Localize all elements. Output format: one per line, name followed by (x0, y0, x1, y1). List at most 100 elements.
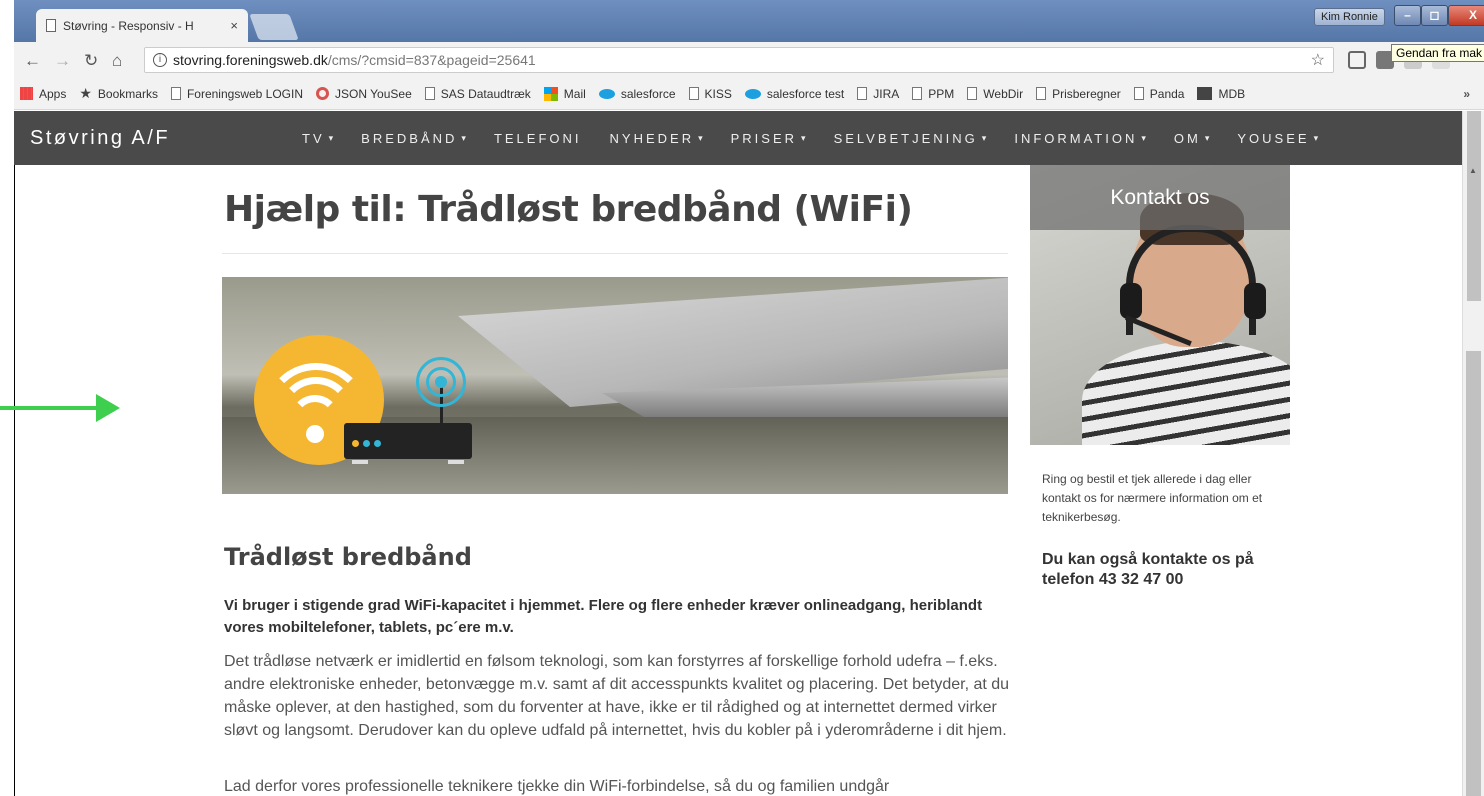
page-icon (170, 87, 181, 100)
wifi-dot (306, 425, 324, 443)
bookmarks-bar: Apps ★ Bookmarks Foreningsweb LOGIN JSON … (14, 78, 1484, 110)
bookmark-label: Mail (563, 86, 586, 101)
nav-label: OM (1173, 130, 1201, 146)
windows-icon (543, 86, 558, 101)
nav-label: YOUSEE (1237, 130, 1310, 146)
new-tab-button[interactable] (249, 14, 299, 40)
bookmark-ppm[interactable]: PPM (912, 87, 954, 101)
close-window-button[interactable]: X (1448, 5, 1484, 26)
nav-label: TELEFONI (493, 130, 582, 146)
router-led (363, 440, 370, 447)
address-bar[interactable]: i stovring.foreningsweb.dk /cms/?cmsid=8… (144, 47, 1334, 73)
address-path: /cms/?cmsid=837&pageid=25641 (327, 52, 536, 68)
router-foot (448, 460, 464, 464)
site-brand[interactable]: Støvring A/F (30, 127, 280, 150)
headset-icon (1126, 225, 1256, 335)
bookmark-prisberegner[interactable]: Prisberegner (1036, 87, 1121, 101)
browser-titlebar: Støvring - Responsiv - H × Kim Ronnie – … (14, 0, 1484, 42)
page-title: Hjælp til: Trådløst bredbånd (WiFi) (224, 189, 913, 230)
nav-yousee[interactable]: YOUSEE ▾ (1237, 131, 1318, 146)
nav-label: PRISER (730, 130, 798, 146)
page-icon (912, 87, 923, 100)
bookmarks-more-icon[interactable]: » (1463, 87, 1470, 101)
site-navbar: Støvring A/F TV ▾ BREDBÅND ▾ TELEFONI NYHE… (14, 111, 1476, 165)
page-icon (688, 87, 699, 100)
bookmark-foreningsweb-login[interactable]: Foreningsweb LOGIN (170, 87, 303, 101)
back-icon[interactable]: ← (24, 51, 41, 71)
home-icon[interactable]: ⌂ (112, 51, 122, 71)
tooltip: Gendan fra mak (1391, 44, 1484, 62)
tab-title: Støvring - Responsiv - H (63, 18, 194, 33)
nav-label: TV (302, 130, 325, 146)
user-profile-button[interactable]: Kim Ronnie (1314, 8, 1385, 26)
bookmark-jira[interactable]: JIRA (857, 87, 899, 101)
bookmark-mdb[interactable]: MDB (1197, 87, 1245, 101)
nav-label: INFORMATION (1014, 130, 1138, 146)
nav-label: BREDBÅND (361, 130, 458, 146)
nav-label: SELVBETJENING (833, 130, 978, 146)
signal-icon (435, 376, 447, 388)
page-icon (857, 87, 868, 100)
nav-selvbetjening[interactable]: SELVBETJENING ▾ (834, 131, 987, 146)
page-icon (1036, 87, 1047, 100)
router-icon (344, 423, 472, 459)
page-icon (424, 87, 435, 100)
mdb-icon (1197, 87, 1213, 100)
scrollbar-thumb[interactable] (1466, 351, 1481, 796)
page-content: Hjælp til: Trådløst bredbånd (WiFi) Tråd (0, 165, 1476, 796)
hero-image (222, 277, 1008, 494)
bookmark-label: salesforce (620, 86, 676, 101)
bookmark-label: JIRA (873, 86, 900, 101)
scrollbar-thumb[interactable] (1467, 111, 1481, 301)
reload-icon[interactable]: ↻ (84, 51, 98, 71)
info-icon[interactable]: i (153, 53, 167, 67)
forward-icon[interactable]: → (54, 51, 71, 71)
bookmark-label: Panda (1149, 86, 1185, 101)
nav-telefoni[interactable]: TELEFONI (494, 131, 582, 146)
bookmark-label: JSON YouSee (335, 86, 412, 101)
tab-close-icon[interactable]: × (230, 18, 238, 33)
nav-nyheder[interactable]: NYHEDER ▾ (610, 131, 703, 146)
page-icon (967, 87, 978, 100)
nav-tv[interactable]: TV ▾ (302, 131, 333, 146)
apps-icon (20, 87, 33, 100)
contact-text: Ring og bestil et tjek allerede i dag el… (1042, 472, 1263, 524)
contact-phone: Du kan også kontakte os på telefon 43 32… (1042, 551, 1254, 588)
bookmark-label: PPM (928, 86, 955, 101)
bookmark-sas[interactable]: SAS Dataudtræk (424, 86, 531, 101)
bookmark-apps[interactable]: Apps (20, 87, 66, 101)
contact-banner[interactable]: Kontakt os (1030, 165, 1290, 445)
cloud-icon (598, 88, 615, 99)
person-illustration (1082, 341, 1290, 445)
bookmark-salesforce[interactable]: salesforce (598, 86, 676, 101)
lead-paragraph: Vi bruger i stigende grad WiFi-kapacitet… (224, 597, 983, 636)
bookmark-mail[interactable]: Mail (543, 86, 586, 101)
cast-icon[interactable] (1348, 51, 1366, 69)
browser-tab[interactable]: Støvring - Responsiv - H × (36, 9, 248, 42)
bookmark-label: Bookmarks (97, 86, 158, 101)
bookmark-label: Apps (39, 86, 67, 101)
router-foot (352, 460, 368, 464)
maximize-button[interactable]: ◻ (1421, 5, 1448, 26)
scrollbar[interactable]: ▲ (1462, 111, 1484, 796)
bookmark-webdir[interactable]: WebDir (967, 87, 1023, 101)
body-paragraph: Det trådløse netværk er imidlertid en fø… (224, 653, 1010, 739)
caret-down-icon: ▾ (698, 132, 703, 143)
section-title: Trådløst bredbånd (224, 543, 472, 571)
minimize-button[interactable]: – (1394, 5, 1421, 26)
bookmark-bookmarks[interactable]: ★ Bookmarks (79, 85, 158, 102)
nav-information[interactable]: INFORMATION ▾ (1014, 131, 1146, 146)
bookmark-panda[interactable]: Panda (1133, 86, 1185, 101)
nav-priser[interactable]: PRISER ▾ (731, 131, 806, 146)
caret-down-icon: ▾ (328, 132, 334, 143)
bookmark-json-yousee[interactable]: JSON YouSee (316, 87, 412, 101)
arrow-right-icon (96, 394, 120, 422)
scroll-up-icon[interactable]: ▲ (1469, 166, 1477, 175)
nav-om[interactable]: OM ▾ (1174, 131, 1209, 146)
bookmark-label: SAS Dataudtræk (440, 86, 531, 101)
bookmark-label: Prisberegner (1052, 86, 1121, 101)
bookmark-star-icon[interactable]: ☆ (1311, 50, 1325, 70)
nav-bredband[interactable]: BREDBÅND ▾ (361, 131, 466, 146)
bookmark-salesforce-test[interactable]: salesforce test (744, 87, 844, 101)
bookmark-kiss[interactable]: KISS (688, 87, 732, 101)
